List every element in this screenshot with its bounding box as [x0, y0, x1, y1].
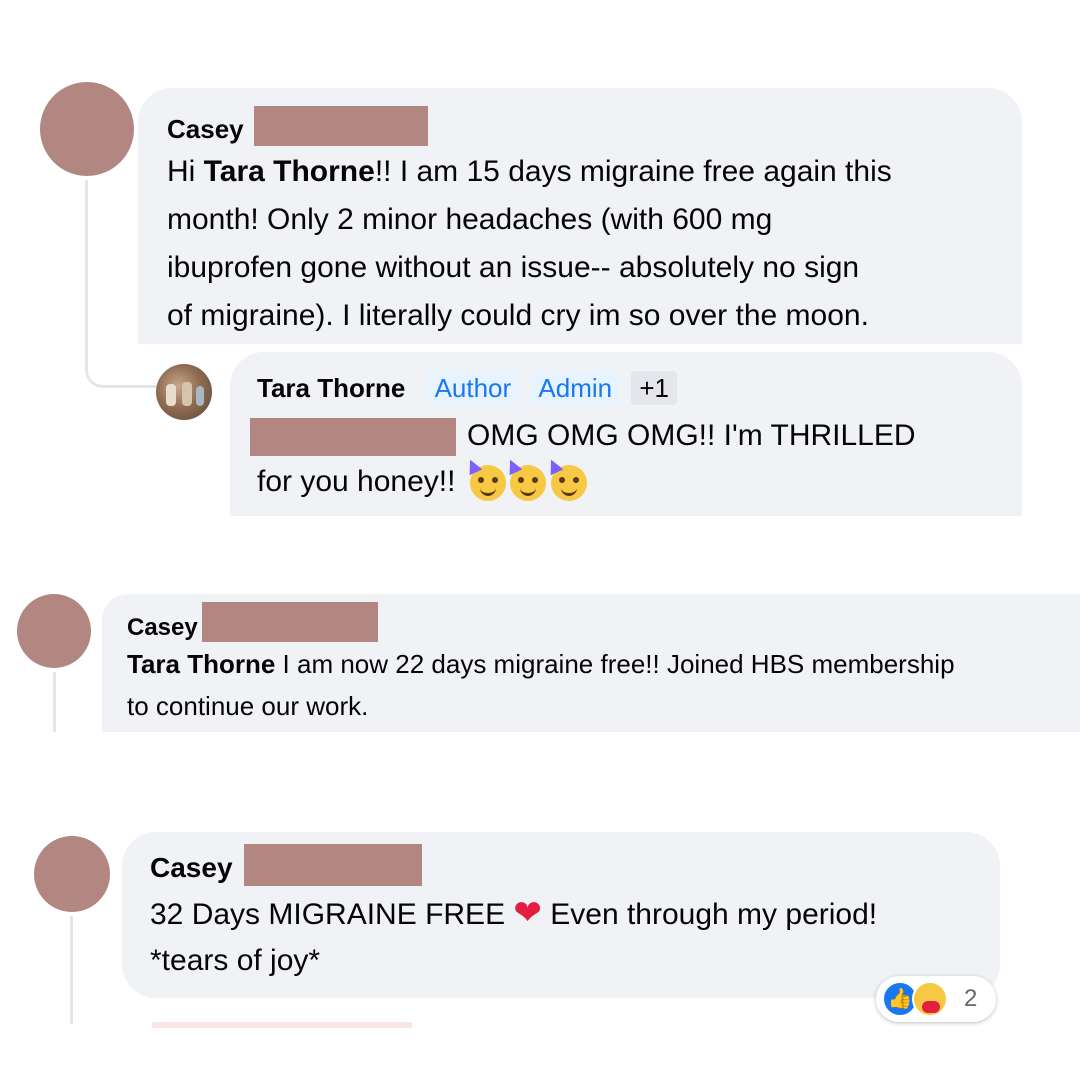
thread-line	[70, 916, 75, 1024]
mention[interactable]: Tara Thorne	[127, 649, 275, 679]
redacted-lastname	[202, 602, 378, 642]
partying-face-icon	[463, 456, 506, 502]
care-icon	[912, 981, 948, 1017]
comment-text: Hi Tara Thorne!! I am 15 days migraine f…	[167, 155, 892, 332]
comment-text: 32 Days MIGRAINE FREE ❤ Even through my …	[150, 894, 878, 977]
reply-avatar[interactable]	[156, 364, 212, 420]
thread-line	[53, 672, 58, 732]
redacted-lastname	[254, 106, 428, 146]
partying-face-icon	[503, 456, 547, 502]
reply-text-line2: for you honey!!	[257, 456, 587, 504]
comment-text: Tara Thorne I am now 22 days migraine fr…	[127, 649, 955, 721]
reply-author[interactable]: Tara Thorne	[257, 373, 405, 403]
reaction-count: 2	[964, 985, 978, 1012]
avatar[interactable]	[40, 82, 134, 176]
redacted-lastname	[244, 844, 422, 886]
reply-header: Tara Thorne Author Admin +1	[257, 368, 677, 408]
comment-author[interactable]: Casey	[150, 852, 233, 884]
comment-author[interactable]: Casey	[127, 614, 198, 642]
author-badge: Author	[426, 371, 520, 405]
admin-badge: Admin	[530, 371, 621, 405]
avatar[interactable]	[17, 594, 91, 668]
heart-icon: ❤	[513, 894, 542, 932]
author-name[interactable]: Casey	[150, 852, 233, 883]
comment-author[interactable]: Casey	[167, 114, 244, 145]
author-name[interactable]: Casey	[167, 114, 244, 144]
more-badges[interactable]: +1	[631, 371, 677, 405]
avatar[interactable]	[34, 836, 110, 912]
reactions-summary[interactable]: 👍 2	[876, 976, 996, 1022]
redacted-mention	[250, 418, 456, 456]
author-name[interactable]: Casey	[127, 614, 198, 641]
reply-text: OMG OMG OMG!! I'm THRILLED	[467, 419, 916, 452]
action-links-cutoff	[152, 1022, 412, 1028]
partying-face-icon	[544, 456, 587, 502]
mention[interactable]: Tara Thorne	[204, 155, 375, 188]
